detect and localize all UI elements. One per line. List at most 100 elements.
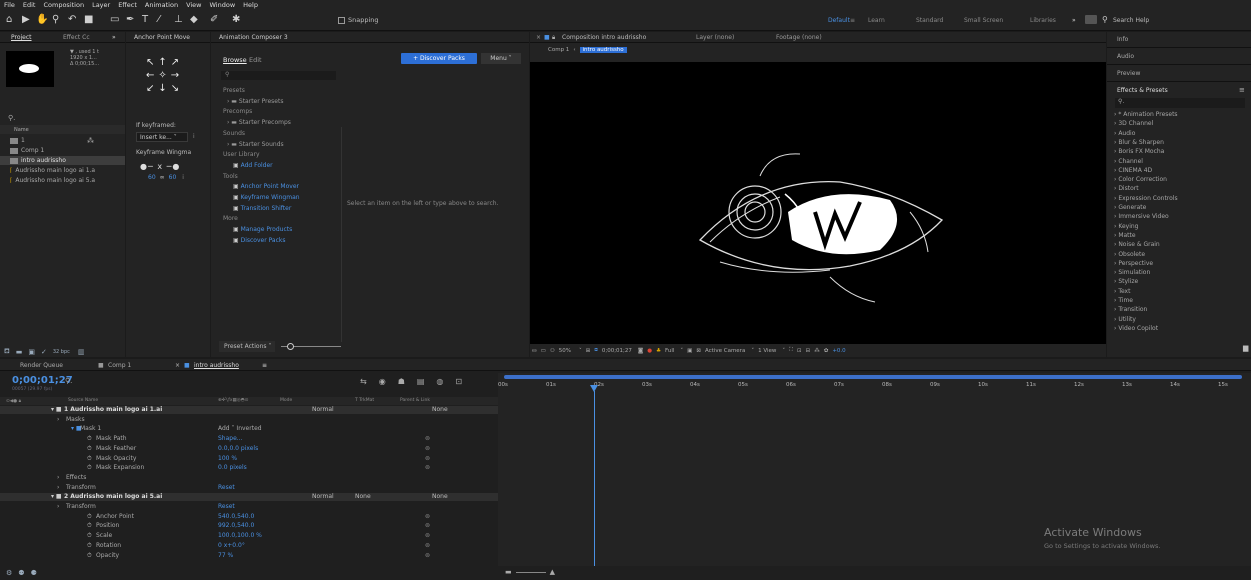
- pickwhip-icon[interactable]: ⊚: [425, 464, 430, 472]
- pickwhip-icon[interactable]: ⊚: [425, 552, 430, 560]
- property-name[interactable]: Anchor Point: [96, 513, 134, 521]
- region-toggle-icon[interactable]: ▣: [687, 348, 692, 354]
- blend-mode-dropdown[interactable]: Normal: [312, 406, 334, 414]
- effect-category[interactable]: › Matte: [1114, 232, 1136, 239]
- property-row[interactable]: ⏱ Mask Path Shape... ⊚: [0, 435, 498, 443]
- hand-tool-icon[interactable]: ✋: [36, 13, 48, 27]
- effect-category[interactable]: › Generate: [1114, 204, 1146, 211]
- anchor-grid[interactable]: ↖↑↗ ←✧→ ↙↓↘: [146, 56, 190, 95]
- workspace-small-screen[interactable]: Small Screen: [964, 17, 1003, 24]
- pickwhip-icon[interactable]: ⊚: [425, 445, 430, 453]
- zoom-in-icon[interactable]: ▲: [550, 568, 555, 576]
- twirl-icon[interactable]: ›: [57, 503, 59, 511]
- project-item[interactable]: ⌈ Audrissho main logo ai 1.a: [10, 167, 95, 174]
- discover-packs-button[interactable]: + Discover Packs: [401, 53, 477, 64]
- sync-icon[interactable]: [1085, 15, 1097, 24]
- property-name[interactable]: Effects: [66, 474, 86, 482]
- snapping-toggle[interactable]: Snapping: [338, 16, 379, 24]
- project-item[interactable]: 1: [10, 137, 25, 144]
- effect-category[interactable]: › Distort: [1114, 185, 1139, 192]
- effect-category[interactable]: › Blur & Sharpen: [1114, 139, 1164, 146]
- effect-category[interactable]: › Immersive Video: [1114, 213, 1169, 220]
- zoom-dropdown[interactable]: 50%: [559, 348, 571, 354]
- property-row[interactable]: › Transform Reset: [0, 484, 498, 492]
- roto-tool-icon[interactable]: ✐: [210, 13, 218, 27]
- stamp-tool-icon[interactable]: ⊥: [174, 13, 183, 27]
- comp-mini-flowchart-icon[interactable]: ⇆: [360, 377, 367, 386]
- selection-tool-icon[interactable]: ▶: [22, 13, 30, 27]
- menu-button[interactable]: Menu ˅: [481, 53, 521, 64]
- stopwatch-icon[interactable]: ⏱: [87, 513, 92, 521]
- property-value[interactable]: Shape...: [218, 435, 243, 443]
- draft-3d-icon[interactable]: ◉: [379, 377, 386, 386]
- effect-category[interactable]: › Audio: [1114, 130, 1135, 137]
- property-row[interactable]: ⏱ Mask Feather 0.0,0.0 pixels ⊚: [0, 445, 498, 453]
- menu-effect[interactable]: Effect: [118, 1, 137, 9]
- search-help-input[interactable]: Search Help: [1113, 17, 1149, 24]
- property-row[interactable]: ⏱ Opacity 77 % ⊚: [0, 552, 498, 560]
- close-icon[interactable]: ×: [536, 34, 541, 41]
- delete-icon[interactable]: ▥: [78, 348, 85, 356]
- tab-info[interactable]: Info: [1117, 36, 1128, 43]
- tab-project[interactable]: Project: [11, 34, 32, 41]
- property-name[interactable]: Mask 1: [80, 425, 101, 433]
- tab-effects-presets[interactable]: Effects & Presets: [1117, 87, 1168, 94]
- tree-folder[interactable]: › ▬ Starter Precomps: [227, 119, 291, 126]
- info-icon[interactable]: i: [193, 133, 195, 140]
- effect-category[interactable]: › Boris FX Mocha: [1114, 148, 1164, 155]
- menu-composition[interactable]: Composition: [43, 1, 84, 9]
- menu-file[interactable]: File: [4, 1, 15, 9]
- rotate-tool-icon[interactable]: ↶: [68, 13, 76, 27]
- browse-tab[interactable]: Browse: [223, 56, 247, 64]
- transparency-icon[interactable]: ♣: [656, 348, 661, 354]
- stopwatch-icon[interactable]: ⏱: [87, 552, 92, 560]
- resolution-dropdown[interactable]: Full: [665, 348, 674, 354]
- snapshot-icon[interactable]: ◙: [638, 348, 643, 354]
- tree-tool-item[interactable]: ▣ Anchor Point Mover: [233, 183, 299, 190]
- brush-tool-icon[interactable]: ⁄: [158, 13, 160, 27]
- pickwhip-icon[interactable]: ⊚: [425, 435, 430, 443]
- twirl-icon[interactable]: ›: [57, 484, 59, 492]
- pickwhip-icon[interactable]: ⊚: [425, 542, 430, 550]
- switches-icons[interactable]: ⊕✣╲fx▦◎◓⊙: [218, 398, 248, 403]
- tab-comp-1[interactable]: Comp 1: [108, 362, 131, 369]
- new-comp-icon[interactable]: ▣: [28, 348, 35, 356]
- stopwatch-icon[interactable]: ⏱: [87, 542, 92, 550]
- property-row[interactable]: › Masks: [0, 416, 498, 424]
- mask-toggle-icon[interactable]: ⚇: [550, 348, 555, 354]
- effect-category[interactable]: › * Animation Presets: [1114, 111, 1178, 118]
- exposure-value[interactable]: +0.0: [832, 348, 845, 354]
- frame-blend-icon[interactable]: ▤: [417, 377, 425, 386]
- project-item[interactable]: ⌈ Audrissho main logo ai 5.a: [10, 177, 95, 184]
- property-name[interactable]: Opacity: [96, 552, 119, 560]
- zoom-out-icon[interactable]: ▬: [505, 568, 512, 576]
- zoom-slider-handle[interactable]: [287, 343, 294, 350]
- tree-tool-item[interactable]: ▣ Discover Packs: [233, 237, 286, 244]
- anchor-mid-row[interactable]: ←✧→: [146, 69, 190, 82]
- trkmat-dropdown[interactable]: None: [355, 493, 371, 501]
- stopwatch-icon[interactable]: ⏱: [87, 435, 92, 443]
- anchor-top-row[interactable]: ↖↑↗: [146, 56, 190, 69]
- tab-intro-audrissho[interactable]: intro audrissho: [194, 362, 239, 369]
- project-item-selected[interactable]: intro audrissho: [10, 157, 66, 164]
- col-mode[interactable]: Mode: [280, 398, 292, 403]
- effect-category[interactable]: › Obsolete: [1114, 251, 1145, 258]
- pickwhip-icon[interactable]: ⊚: [425, 455, 430, 463]
- camera-tool-icon[interactable]: ■: [84, 13, 93, 27]
- tab-preview[interactable]: Preview: [1117, 70, 1140, 77]
- always-preview-icon[interactable]: ⛀: [532, 348, 537, 354]
- property-row[interactable]: ⏱ Scale 100.0,100.0 % ⊚: [0, 532, 498, 540]
- property-value[interactable]: 0.0 pixels: [218, 464, 247, 472]
- property-row[interactable]: ⏱ Rotation 0 x+0.0° ⊚: [0, 542, 498, 550]
- effect-category[interactable]: › Text: [1114, 288, 1130, 295]
- wingman-curve-icon[interactable]: ●─ x ─●: [140, 162, 180, 171]
- property-row[interactable]: ⏱ Anchor Point 540.0,540.0 ⊚: [0, 513, 498, 521]
- render-time-icon[interactable]: ⚙: [6, 569, 12, 577]
- twirl-icon[interactable]: ›: [57, 474, 59, 482]
- menu-help[interactable]: Help: [243, 1, 258, 9]
- composer-search-input[interactable]: ⚲: [221, 71, 336, 80]
- chevron-down-icon[interactable]: ˅: [782, 348, 785, 354]
- property-name[interactable]: Rotation: [96, 542, 121, 550]
- effect-category[interactable]: › Simulation: [1114, 269, 1150, 276]
- project-item[interactable]: Comp 1: [10, 147, 44, 154]
